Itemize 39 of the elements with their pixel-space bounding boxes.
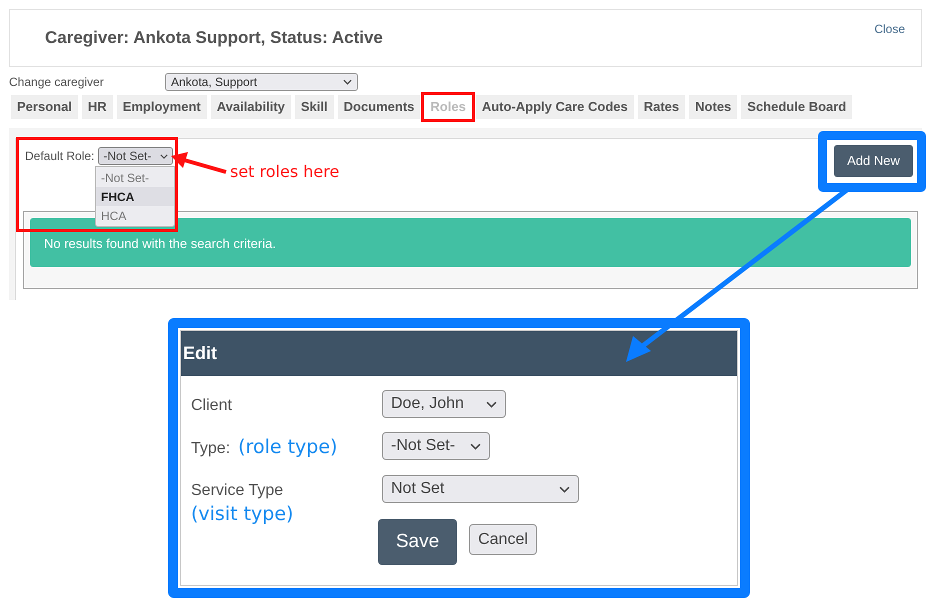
tab[interactable]: HR: [82, 95, 113, 119]
tab[interactable]: Notes: [689, 95, 738, 119]
tab[interactable]: Schedule Board: [741, 95, 852, 119]
tab[interactable]: Availability: [210, 95, 291, 119]
chevron-down-icon: [343, 78, 352, 84]
chevron-down-icon: [486, 400, 497, 408]
field-label: Client: [191, 396, 232, 416]
annotation-note: set roles here: [230, 161, 340, 183]
dialog-select[interactable]: Doe, John: [382, 390, 506, 418]
dropdown-option[interactable]: FHCA: [96, 187, 174, 206]
annotation-note: (role type): [238, 436, 338, 458]
dropdown-option[interactable]: HCA: [96, 206, 174, 225]
save-button[interactable]: Save: [378, 519, 457, 565]
cancel-button[interactable]: Cancel: [469, 524, 537, 555]
dialog-title: Edit: [183, 342, 217, 365]
chevron-down-icon: [160, 154, 168, 158]
annotation-note: (visit type): [191, 503, 294, 525]
add-new-button[interactable]: Add New: [834, 145, 913, 177]
caregiver-select[interactable]: Ankota, Support: [165, 72, 358, 90]
tab[interactable]: Employment: [116, 95, 207, 119]
field-label: Default Role:: [25, 148, 94, 165]
field-label: Change caregiver: [9, 74, 105, 90]
field-label: Service Type: [191, 481, 284, 501]
tab[interactable]: Personal: [11, 95, 78, 119]
dialog-select[interactable]: Not Set: [382, 475, 579, 503]
chevron-down-icon: [470, 442, 481, 450]
chevron-down-icon: [559, 486, 570, 492]
arrow: [171, 152, 227, 174]
tab[interactable]: Rates: [638, 95, 686, 119]
page-title: Caregiver: Ankota Support, Status: Active: [45, 27, 383, 50]
tab[interactable]: Skill: [294, 95, 334, 119]
tab[interactable]: Auto-Apply Care Codes: [476, 95, 634, 119]
alert-text: No results found with the search criteria.: [44, 237, 276, 250]
dialog-select[interactable]: -Not Set-: [382, 432, 490, 460]
field-label: Type:: [191, 439, 230, 459]
role-select[interactable]: -Not Set-: [98, 147, 174, 165]
dropdown-option[interactable]: -Not Set-: [96, 168, 174, 187]
tab[interactable]: Documents: [338, 95, 420, 119]
close-link[interactable]: Close: [874, 20, 905, 38]
